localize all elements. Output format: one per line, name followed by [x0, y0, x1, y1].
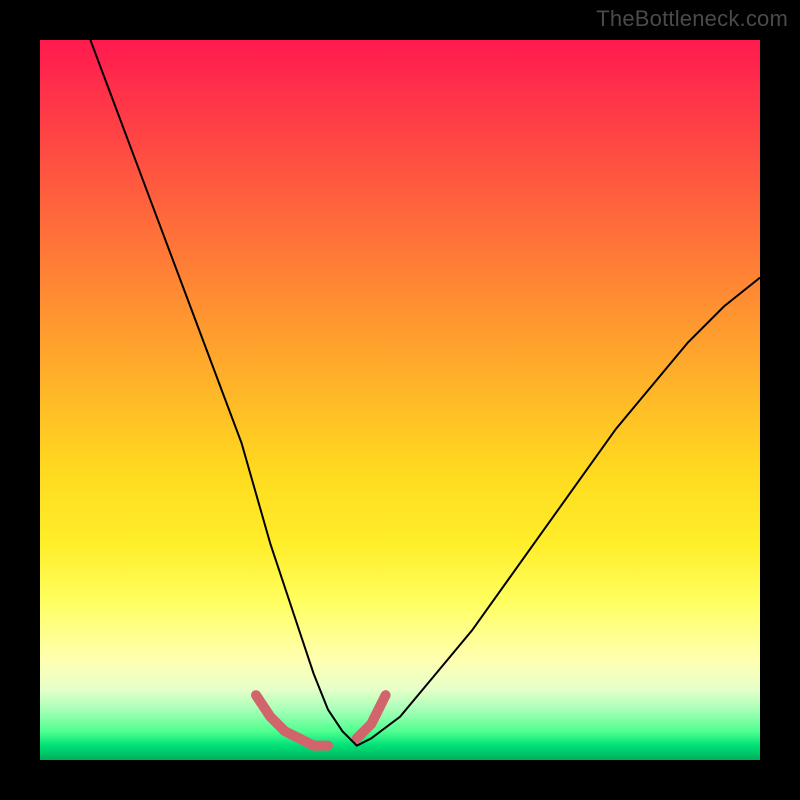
bottleneck-curve — [90, 40, 760, 746]
watermark-label: TheBottleneck.com — [596, 6, 788, 32]
bottleneck-curve-svg — [40, 40, 760, 760]
highlight-segment-0 — [256, 695, 328, 745]
